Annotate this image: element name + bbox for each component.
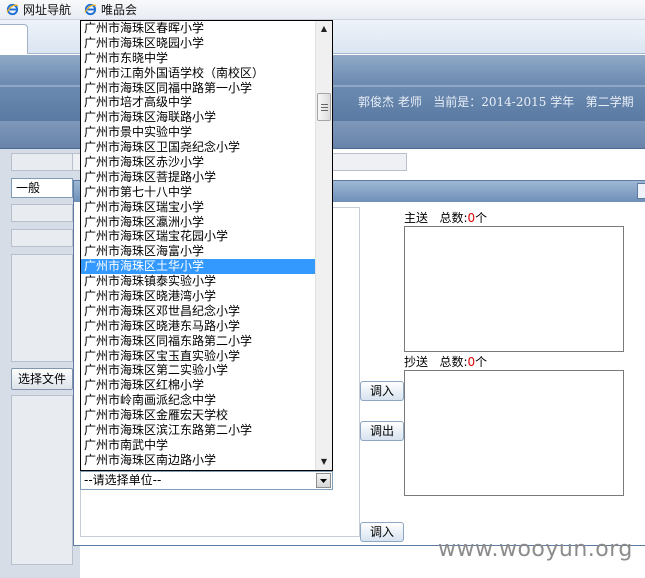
form-field[interactable] <box>11 153 73 171</box>
send-total-label: 总数: <box>439 211 468 225</box>
send-unit: 个 <box>475 211 488 225</box>
browser-tab[interactable] <box>0 24 28 54</box>
favorite-link-vip[interactable]: 唯品会 <box>84 2 137 18</box>
dropdown-option[interactable]: 广州市海珠区金雁宏天学校 <box>81 408 315 423</box>
dropdown-option[interactable]: 广州市景中实验中学 <box>81 125 315 140</box>
dropdown-option[interactable]: 广州市东晓中学 <box>81 51 315 66</box>
scrollbar-thumb[interactable] <box>317 93 331 121</box>
close-icon[interactable] <box>637 183 645 199</box>
choose-file-button[interactable]: 选择文件 <box>11 368 73 390</box>
dropdown-option[interactable]: 广州市海珠区晓港东马路小学 <box>81 319 315 334</box>
dropdown-option[interactable]: 广州市培才高级中学 <box>81 95 315 110</box>
send-recipients-box[interactable] <box>404 226 624 352</box>
dropdown-option[interactable]: 广州市海珠区海联路小学 <box>81 110 315 125</box>
form-textarea[interactable] <box>11 395 73 565</box>
dropdown-arrow-button[interactable] <box>316 473 331 488</box>
scroll-up-icon[interactable]: ▲ <box>316 21 332 37</box>
dropdown-options: 广州市海珠区春晖小学 广州市海珠区晓园小学 广州市东晓中学 广州市江南外国语学校（南校… <box>81 21 315 468</box>
dropdown-option[interactable]: 广州市海珠区南边路小学 <box>81 453 315 468</box>
cc-count: 0 <box>467 355 476 369</box>
watermark: www.wooyun.org <box>438 537 633 562</box>
dropdown-option[interactable]: 广州市江南外国语学校（南校区） <box>81 66 315 81</box>
cc-total-label: 总数: <box>439 355 468 369</box>
dropdown-option[interactable]: 广州市岭南画派纪念中学 <box>81 393 315 408</box>
category-field[interactable]: 一般 <box>11 178 73 198</box>
dropdown-option[interactable]: 广州市海珠区海富小学 <box>81 244 315 259</box>
dropdown-option[interactable]: 广州市海珠区卫国尧纪念小学 <box>81 140 315 155</box>
import-button[interactable]: 调入 <box>360 381 404 401</box>
user-info: 郭俊杰 老师 当前是：2014-2015 学年 第二学期 <box>358 95 634 109</box>
dropdown-option[interactable]: 广州市海珠区晓港湾小学 <box>81 289 315 304</box>
cc-unit: 个 <box>475 355 488 369</box>
ie-icon <box>84 3 97 16</box>
dropdown-option[interactable]: 广州市第七十八中学 <box>81 185 315 200</box>
dropdown-option[interactable]: 广州市海珠区第二实验小学 <box>81 363 315 378</box>
send-label-row: 主送 总数:0个 <box>404 209 487 226</box>
dropdown-option[interactable]: 广州市海珠区菩提路小学 <box>81 170 315 185</box>
dropdown-option[interactable]: 广州市海珠区同福中路第一小学 <box>81 81 315 96</box>
dropdown-option[interactable]: 广州市海珠区晓园小学 <box>81 36 315 51</box>
import-cc-button[interactable]: 调入 <box>360 522 404 542</box>
dropdown-scrollbar[interactable]: ▲ ▼ <box>315 21 332 470</box>
send-label: 主送 <box>404 211 429 225</box>
cc-recipients-box[interactable] <box>404 370 624 496</box>
dropdown-option[interactable]: 广州市海珠镇泰实验小学 <box>81 274 315 289</box>
scroll-down-icon[interactable]: ▼ <box>316 454 332 470</box>
unit-dropdown-list: 广州市海珠区春晖小学 广州市海珠区晓园小学 广州市东晓中学 广州市江南外国语学校（南校… <box>80 20 333 471</box>
dropdown-option[interactable]: 广州市海珠区邓世昌纪念小学 <box>81 304 315 319</box>
ie-icon <box>6 3 19 16</box>
favorite-link-nav[interactable]: 网址导航 <box>6 2 71 18</box>
form-textarea[interactable] <box>11 254 73 362</box>
dropdown-option[interactable]: 广州市海珠区同福东路第二小学 <box>81 334 315 349</box>
chevron-down-icon <box>320 479 327 483</box>
form-field[interactable] <box>11 229 73 247</box>
dropdown-option[interactable]: 广州市海珠区宝玉直实验小学 <box>81 349 315 364</box>
cc-label: 抄送 <box>404 355 429 369</box>
dropdown-option[interactable]: 广州市海珠区红棉小学 <box>81 378 315 393</box>
dropdown-option[interactable]: 广州市海珠区春晖小学 <box>81 21 315 36</box>
favorite-label: 唯品会 <box>101 3 138 17</box>
favorites-bar: 网址导航 唯品会 <box>0 0 645 20</box>
export-button[interactable]: 调出 <box>360 421 404 441</box>
unit-select[interactable]: --请选择单位-- <box>80 471 333 490</box>
cc-label-row: 抄送 总数:0个 <box>404 353 487 370</box>
dropdown-option[interactable]: 广州市海珠区瀛洲小学 <box>81 215 315 230</box>
dropdown-option[interactable]: 广州市海珠区滨江东路第二小学 <box>81 423 315 438</box>
send-count: 0 <box>467 211 476 225</box>
dropdown-option[interactable]: 广州市海珠区瑞宝小学 <box>81 200 315 215</box>
dropdown-option[interactable]: 广州市海珠区赤沙小学 <box>81 155 315 170</box>
unit-select-value: --请选择单位-- <box>84 473 162 487</box>
form-field[interactable] <box>11 204 73 222</box>
dropdown-option[interactable]: 广州市海珠区土华小学 <box>81 259 315 275</box>
dropdown-option[interactable]: 广州市南武中学 <box>81 438 315 453</box>
favorite-label: 网址导航 <box>23 3 72 17</box>
dropdown-option[interactable]: 广州市海珠区瑞宝花园小学 <box>81 229 315 244</box>
